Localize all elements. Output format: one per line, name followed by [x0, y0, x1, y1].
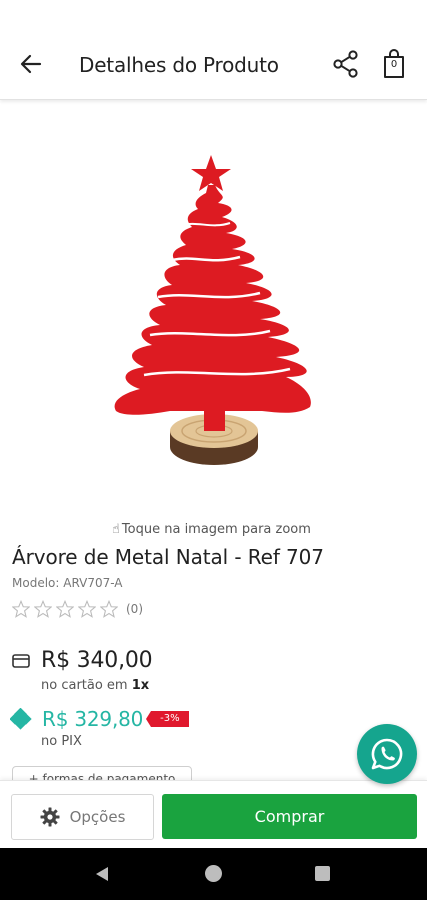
- christmas-tree-image: [114, 155, 311, 465]
- product-title: Árvore de Metal Natal - Ref 707: [12, 545, 324, 569]
- discount-badge: -3%: [146, 711, 189, 727]
- options-button[interactable]: Opções: [11, 794, 154, 840]
- pix-icon: [10, 708, 32, 730]
- nav-recent-icon[interactable]: [315, 866, 330, 881]
- cart-count-badge: 0: [390, 59, 398, 70]
- page-title: Detalhes do Produto: [79, 53, 279, 77]
- card-price: R$ 340,00: [41, 648, 153, 673]
- system-nav-bar: [0, 848, 427, 900]
- options-label: Opções: [69, 808, 126, 826]
- share-button[interactable]: [330, 47, 362, 81]
- product-details-screen: Detalhes do Produto 0 ☝ Toque na imagem …: [0, 0, 427, 900]
- star-icon: [100, 600, 118, 618]
- tap-hand-icon: ☝: [112, 522, 120, 537]
- credit-card-icon: [12, 653, 30, 668]
- rating-count: (0): [126, 602, 143, 616]
- star-icon: [56, 600, 74, 618]
- cart-button[interactable]: 0: [378, 47, 410, 81]
- card-price-row: R$ 340,00: [12, 648, 153, 673]
- nav-back-icon[interactable]: [94, 866, 110, 882]
- zoom-hint-text: Toque na imagem para zoom: [121, 522, 311, 537]
- bottom-action-bar: Opções Comprar: [0, 780, 427, 848]
- nav-home-icon[interactable]: [205, 865, 222, 882]
- arrow-left-icon: [20, 54, 42, 74]
- back-button[interactable]: [14, 48, 48, 80]
- pix-note: no PIX: [41, 734, 82, 749]
- gear-icon: [40, 807, 60, 827]
- rating-stars[interactable]: (0): [12, 600, 143, 618]
- star-icon: [78, 600, 96, 618]
- whatsapp-icon: [371, 738, 403, 770]
- card-installments: 1x: [131, 678, 150, 693]
- card-note-prefix: no cartão em: [41, 678, 132, 693]
- share-icon: [333, 50, 358, 78]
- zoom-hint: ☝ Toque na imagem para zoom: [112, 522, 311, 537]
- star-icon: [12, 600, 30, 618]
- app-header: Detalhes do Produto 0: [0, 0, 427, 100]
- product-image[interactable]: [100, 145, 330, 475]
- whatsapp-button[interactable]: [357, 724, 417, 784]
- star-icon: [34, 600, 52, 618]
- buy-button[interactable]: Comprar: [162, 794, 417, 839]
- card-installments-note: no cartão em 1x: [41, 678, 149, 693]
- product-model: Modelo: ARV707-A: [12, 576, 123, 590]
- pix-price-row: R$ 329,80 -3%: [10, 707, 189, 731]
- pix-price: R$ 329,80: [42, 707, 144, 731]
